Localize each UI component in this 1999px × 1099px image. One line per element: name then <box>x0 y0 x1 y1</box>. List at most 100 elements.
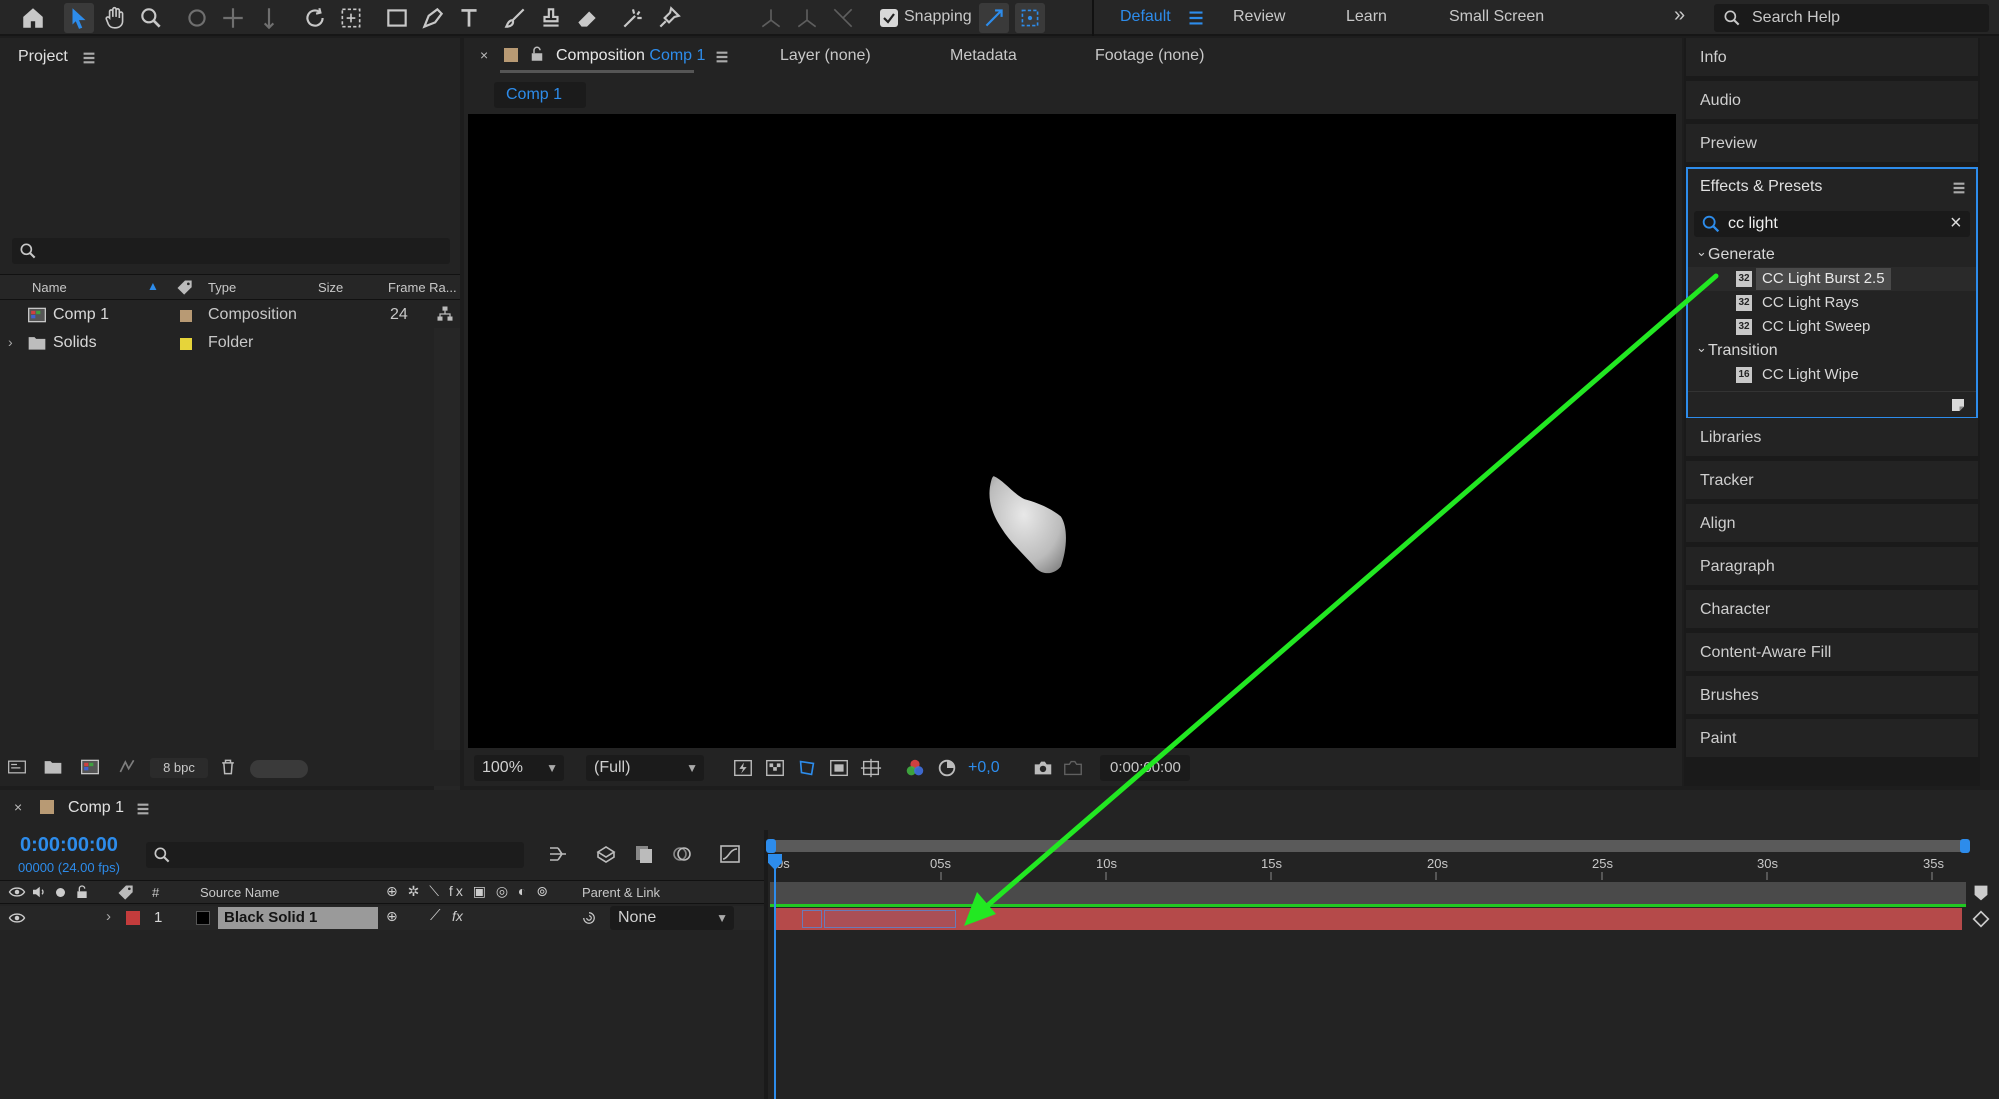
panel-content-aware-fill[interactable]: Content-Aware Fill <box>1686 633 1978 673</box>
effects-presets-title[interactable]: Effects & Presets <box>1700 178 1822 196</box>
anchor-point-tool-icon[interactable] <box>336 3 366 33</box>
tab-metadata[interactable]: Metadata <box>950 47 1017 65</box>
workspace-learn[interactable]: Learn <box>1346 8 1387 26</box>
reset-exposure-icon[interactable] <box>936 757 958 779</box>
region-of-interest-icon[interactable] <box>828 757 850 779</box>
rectangle-tool-icon[interactable] <box>382 3 412 33</box>
work-area-end-handle[interactable] <box>1960 839 1970 853</box>
column-size[interactable]: Size <box>318 280 343 295</box>
project-row-comp[interactable]: Comp 1 Composition 24 <box>0 302 432 328</box>
panel-preview[interactable]: Preview <box>1686 124 1978 164</box>
timeline-panel-menu-icon[interactable] <box>128 794 158 824</box>
effect-item-cc-light-burst[interactable]: 32 CC Light Burst 2.5 <box>1688 267 1976 291</box>
selection-tool-icon[interactable] <box>64 3 94 33</box>
close-tab-icon[interactable]: × <box>480 47 488 63</box>
tab-layer[interactable]: Layer (none) <box>780 47 871 65</box>
lock-icon[interactable] <box>528 45 546 63</box>
resolution-dropdown[interactable]: (Full) ▼ <box>586 755 704 781</box>
fast-previews-icon[interactable] <box>732 757 754 779</box>
axis-world-icon[interactable] <box>792 3 822 33</box>
column-name[interactable]: Name <box>32 280 67 295</box>
more-workspaces-icon[interactable]: » <box>1674 4 1685 27</box>
workspace-review[interactable]: Review <box>1233 8 1285 26</box>
timeline-search-input[interactable] <box>146 842 524 868</box>
effects-panel-menu-icon[interactable] <box>1944 173 1974 203</box>
dolly-camera-icon[interactable] <box>254 3 284 33</box>
solo-icon[interactable] <box>56 888 65 897</box>
effects-group-generate[interactable]: ⌄ Generate <box>1688 243 1976 267</box>
quality-switch-icon[interactable]: ⟋ <box>430 907 441 924</box>
project-search-input[interactable] <box>12 238 450 264</box>
draft-3d-icon[interactable] <box>594 842 618 866</box>
bpc-button[interactable]: 8 bpc <box>150 758 208 778</box>
composition-panel-menu-icon[interactable] <box>707 42 737 72</box>
snap-features-icon[interactable] <box>1015 3 1045 33</box>
layer-row-black-solid[interactable]: › 1 Black Solid 1 ⊕ ⟋ fx None ▼ <box>0 906 766 930</box>
puppet-pin-tool-icon[interactable] <box>654 3 684 33</box>
magnification-dropdown[interactable]: 100% ▼ <box>474 755 564 781</box>
tab-footage[interactable]: Footage (none) <box>1095 47 1204 65</box>
expand-arrow-icon[interactable]: › <box>106 908 111 925</box>
brush-tool-icon[interactable] <box>500 3 530 33</box>
motion-blur-icon[interactable] <box>670 842 694 866</box>
show-snapshot-icon[interactable] <box>1062 757 1084 779</box>
lock-icon[interactable] <box>74 883 90 901</box>
composition-flowchart-icon[interactable] <box>546 842 570 866</box>
snap-edges-icon[interactable] <box>979 3 1009 33</box>
trash-icon[interactable] <box>218 757 238 777</box>
home-icon[interactable] <box>18 3 48 33</box>
zoom-end-icon[interactable] <box>1970 882 1992 904</box>
composition-viewport[interactable] <box>468 114 1676 748</box>
channel-rgb-icon[interactable] <box>904 757 926 779</box>
snapshot-camera-icon[interactable] <box>1032 757 1054 779</box>
transparency-grid-icon[interactable] <box>764 757 786 779</box>
panel-paint[interactable]: Paint <box>1686 719 1978 759</box>
panel-character[interactable]: Character <box>1686 590 1978 630</box>
panel-align[interactable]: Align <box>1686 504 1978 544</box>
axis-view-icon[interactable] <box>828 3 858 33</box>
orbit-camera-icon[interactable] <box>182 3 212 33</box>
panel-paragraph[interactable]: Paragraph <box>1686 547 1978 587</box>
effects-switch-icon[interactable]: fx <box>452 908 463 924</box>
workspace-default[interactable]: Default <box>1120 8 1171 26</box>
zoom-tool-icon[interactable] <box>136 3 166 33</box>
search-help-field[interactable]: Search Help <box>1714 4 1989 32</box>
mask-visibility-icon[interactable] <box>796 757 818 779</box>
panel-libraries[interactable]: Libraries <box>1686 418 1978 458</box>
eye-icon[interactable] <box>8 883 26 901</box>
effect-item-cc-light-sweep[interactable]: 32 CC Light Sweep <box>1688 315 1976 339</box>
snapping-checkbox[interactable] <box>880 9 898 27</box>
panel-brushes[interactable]: Brushes <box>1686 676 1978 716</box>
close-tab-icon[interactable]: × <box>14 799 22 815</box>
effect-item-cc-light-wipe[interactable]: 16 CC Light Wipe <box>1688 363 1976 387</box>
clone-stamp-tool-icon[interactable] <box>536 3 566 33</box>
panel-audio[interactable]: Audio <box>1686 81 1978 121</box>
work-area-start-handle[interactable] <box>766 839 776 853</box>
project-panel-title[interactable]: Project <box>18 48 68 66</box>
composition-tab-label[interactable]: Composition Comp 1 <box>556 47 705 65</box>
type-tool-icon[interactable] <box>454 3 484 33</box>
current-time-indicator[interactable] <box>774 854 776 1099</box>
eraser-tool-icon[interactable] <box>572 3 602 33</box>
panel-info[interactable]: Info <box>1686 38 1978 78</box>
timeline-tab-label[interactable]: Comp 1 <box>68 799 124 817</box>
layer-label-color[interactable] <box>126 911 140 925</box>
eye-icon[interactable] <box>8 909 26 927</box>
label-tag-icon[interactable] <box>175 278 195 298</box>
graph-editor-icon[interactable] <box>718 842 742 866</box>
flowchart-icon[interactable] <box>435 304 455 324</box>
column-type[interactable]: Type <box>208 280 236 295</box>
new-folder-icon[interactable] <box>42 757 64 777</box>
column-parent-link[interactable]: Parent & Link <box>582 885 660 900</box>
hand-tool-icon[interactable] <box>100 3 130 33</box>
label-tag-icon[interactable] <box>116 883 136 903</box>
layer-duration-bar[interactable] <box>776 908 1962 930</box>
project-row-solids[interactable]: › Solids Folder <box>0 330 432 356</box>
label-color-swatch[interactable] <box>180 338 192 350</box>
column-frame-rate[interactable]: Frame Ra... <box>388 280 457 295</box>
panel-tracker[interactable]: Tracker <box>1686 461 1978 501</box>
new-composition-icon[interactable] <box>78 757 102 777</box>
column-source-name[interactable]: Source Name <box>200 885 279 900</box>
effects-group-transition[interactable]: ⌄ Transition <box>1688 339 1976 363</box>
work-area-bar[interactable] <box>766 839 1970 853</box>
